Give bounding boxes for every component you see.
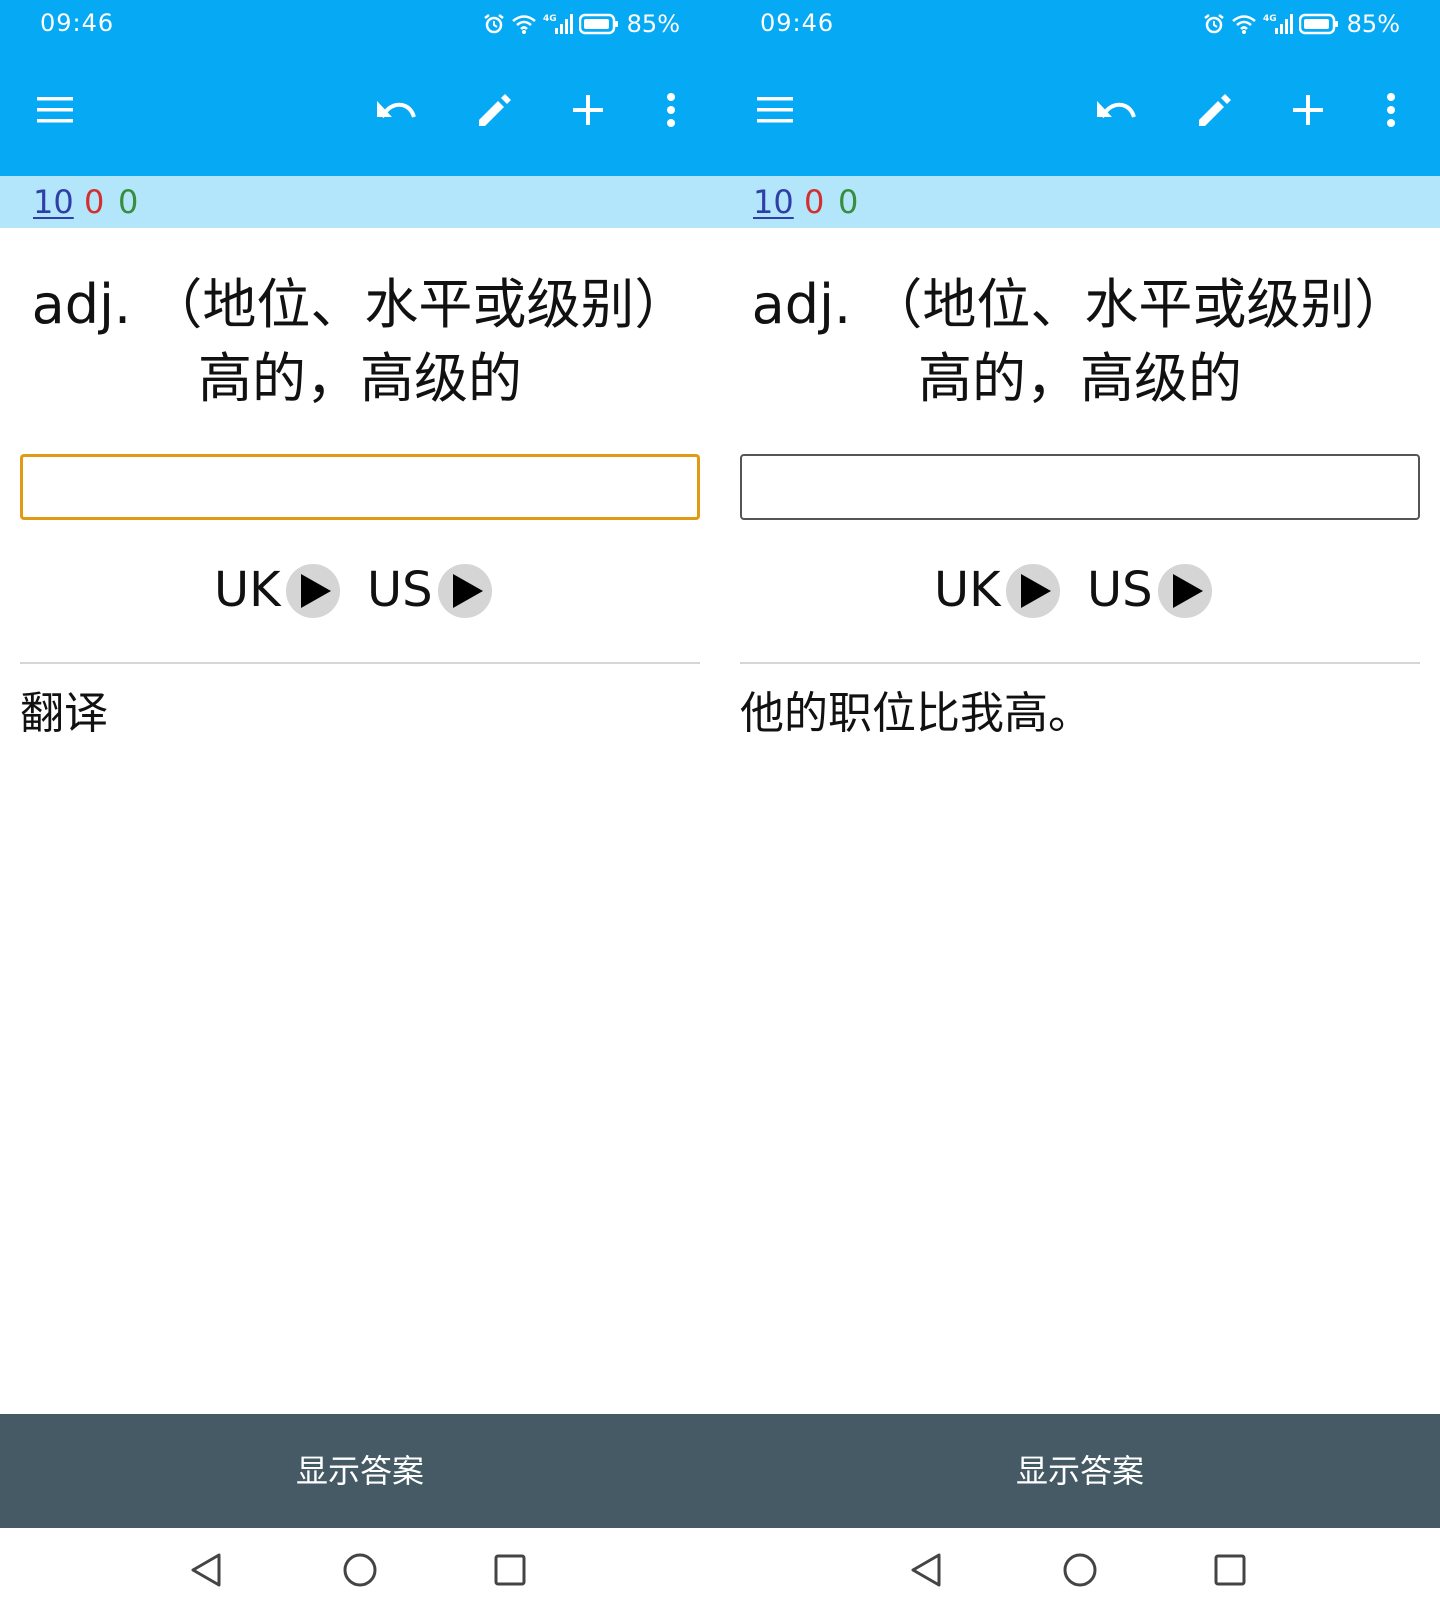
status-bar: 09:46 4G 85% <box>0 0 720 50</box>
uk-label: UK <box>934 562 1001 618</box>
card-definition: adj. （地位、水平或级别） 高的，高级的 <box>20 268 700 416</box>
right-screen: 09:46 4G 85% 10 0 0 adj. （地位、水平或级别） 高的，高… <box>720 0 1440 1612</box>
review-count: 0 <box>118 183 139 221</box>
review-count: 0 <box>838 183 859 221</box>
us-label: US <box>367 562 433 618</box>
alarm-icon <box>1203 14 1224 34</box>
edit-button[interactable] <box>1192 88 1236 132</box>
menu-button[interactable] <box>33 88 77 132</box>
more-options-button[interactable] <box>649 88 693 132</box>
nav-back-icon <box>191 1553 221 1587</box>
nav-home-icon <box>1063 1553 1097 1587</box>
audio-controls: UK US <box>720 560 1440 620</box>
status-time: 09:46 <box>40 9 115 37</box>
answer-input[interactable] <box>20 454 700 520</box>
learning-count: 0 <box>84 183 105 221</box>
answer-input[interactable] <box>740 454 1420 520</box>
audio-controls: UK US <box>0 560 720 620</box>
app-bar: 09:46 4G 85% <box>720 0 1440 176</box>
card-definition: adj. （地位、水平或级别） 高的，高级的 <box>740 268 1420 416</box>
undo-button[interactable] <box>1094 88 1138 132</box>
undo-button[interactable] <box>374 88 418 132</box>
definition-line-1: adj. （地位、水平或级别） <box>751 273 1409 336</box>
uk-play-button[interactable] <box>1006 564 1060 618</box>
uk-label: UK <box>214 562 281 618</box>
add-button[interactable] <box>1286 88 1330 132</box>
nav-home-icon <box>343 1553 377 1587</box>
menu-icon <box>757 97 793 123</box>
card-counts-bar: 10 0 0 <box>0 176 720 228</box>
alarm-icon <box>483 14 504 34</box>
undo-icon <box>1097 101 1136 119</box>
nav-recents-button[interactable] <box>488 1548 532 1592</box>
signal-icon: 4G <box>1263 14 1293 34</box>
divider <box>20 662 700 664</box>
network-type: 4G <box>543 14 557 24</box>
app-bar: 09:46 4G 85% <box>0 0 720 176</box>
pencil-icon <box>1199 94 1231 126</box>
nav-home-button[interactable] <box>1058 1548 1102 1592</box>
status-bar: 09:46 4G 85% <box>720 0 1440 50</box>
system-nav-bar <box>720 1528 1440 1612</box>
play-icon <box>1173 574 1203 608</box>
new-count[interactable]: 10 <box>33 176 74 228</box>
status-icons: 4G 85% <box>1203 8 1400 40</box>
card-counts-bar: 10 0 0 <box>720 176 1440 228</box>
pencil-icon <box>479 94 511 126</box>
battery-icon <box>1298 13 1338 35</box>
nav-recents-icon <box>1214 1554 1246 1586</box>
example-sentence: 翻译 <box>20 688 108 739</box>
signal-icon: 4G <box>543 14 573 34</box>
nav-back-icon <box>911 1553 941 1587</box>
example-sentence: 他的职位比我高。 <box>740 688 1092 739</box>
nav-recents-button[interactable] <box>1208 1548 1252 1592</box>
nav-back-button[interactable] <box>184 1548 228 1592</box>
new-count[interactable]: 10 <box>753 176 794 228</box>
add-button[interactable] <box>566 88 610 132</box>
menu-button[interactable] <box>753 88 797 132</box>
battery-percent: 85% <box>1346 10 1400 38</box>
definition-line-1: adj. （地位、水平或级别） <box>31 273 689 336</box>
divider <box>740 662 1420 664</box>
more-options-button[interactable] <box>1369 88 1413 132</box>
undo-icon <box>377 101 416 119</box>
play-icon <box>301 574 331 608</box>
us-label: US <box>1087 562 1153 618</box>
plus-icon <box>573 95 603 125</box>
show-answer-button[interactable]: 显示答案 <box>0 1414 720 1528</box>
play-icon <box>1021 574 1051 608</box>
definition-line-2: 高的，高级的 <box>198 347 522 410</box>
definition-line-2: 高的，高级的 <box>918 347 1242 410</box>
nav-home-button[interactable] <box>338 1548 382 1592</box>
system-nav-bar <box>0 1528 720 1612</box>
more-vertical-icon <box>667 93 675 127</box>
network-type: 4G <box>1263 14 1277 24</box>
plus-icon <box>1293 95 1323 125</box>
wifi-icon <box>511 15 536 34</box>
us-play-button[interactable] <box>438 564 492 618</box>
menu-icon <box>37 97 73 123</box>
left-screen: 09:46 4G 85% 10 0 0 adj. （地位、水平或级别） 高的，高… <box>0 0 720 1612</box>
wifi-icon <box>1231 15 1256 34</box>
show-answer-button[interactable]: 显示答案 <box>720 1414 1440 1528</box>
nav-back-button[interactable] <box>904 1548 948 1592</box>
status-time: 09:46 <box>760 9 835 37</box>
more-vertical-icon <box>1387 93 1395 127</box>
edit-button[interactable] <box>472 88 516 132</box>
status-icons: 4G 85% <box>483 8 680 40</box>
play-icon <box>453 574 483 608</box>
us-play-button[interactable] <box>1158 564 1212 618</box>
uk-play-button[interactable] <box>286 564 340 618</box>
nav-recents-icon <box>494 1554 526 1586</box>
learning-count: 0 <box>804 183 825 221</box>
battery-icon <box>578 13 618 35</box>
battery-percent: 85% <box>626 10 680 38</box>
